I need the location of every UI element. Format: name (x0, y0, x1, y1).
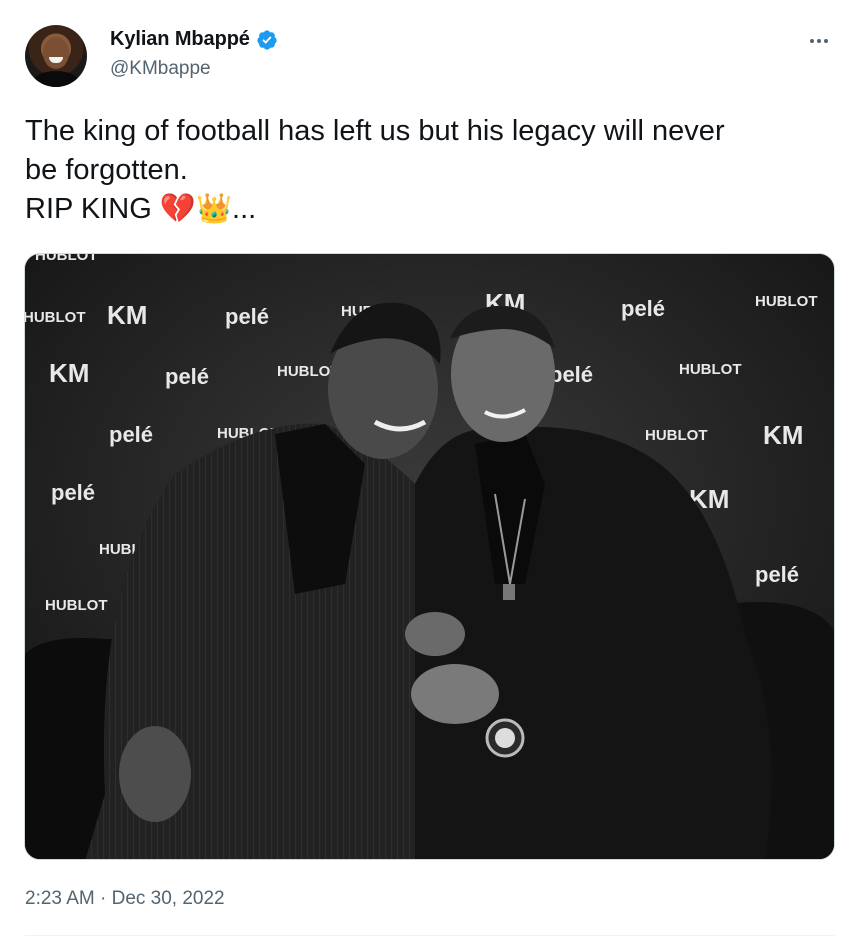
avatar-shirt (33, 71, 79, 87)
avatar-face (43, 37, 69, 69)
backdrop-hublot: HUBLOT (755, 293, 818, 310)
author-handle[interactable]: @KMbappe (110, 58, 211, 80)
backdrop-pele: pelé (109, 422, 153, 447)
backdrop-pele: pelé (755, 562, 799, 587)
backdrop-pele: pelé (549, 362, 593, 387)
verified-badge-icon (257, 29, 277, 50)
backdrop-pele: pelé (225, 304, 269, 329)
backdrop-pele: pelé (165, 364, 209, 389)
backdrop-hublot: HUBLOT (25, 309, 86, 326)
backdrop-hublot: HUBLOT (35, 254, 98, 264)
more-options-icon[interactable] (806, 28, 832, 54)
author-avatar[interactable] (25, 25, 87, 87)
backdrop-hublot: HUBLOT (645, 427, 708, 444)
divider (25, 935, 835, 936)
backdrop-pele: pelé (621, 296, 665, 321)
author-name-row: Kylian Mbappé (110, 28, 278, 51)
tweet-photo[interactable]: HUBLOT HUBLOT KM pelé HUBLOT KM pelé HUB… (24, 253, 835, 860)
backdrop-km: KM (49, 358, 89, 388)
backdrop-hublot: HUBLOT (45, 597, 108, 614)
photo-illustration: HUBLOT HUBLOT KM pelé HUBLOT KM pelé HUB… (25, 254, 834, 859)
backdrop-pele: pelé (51, 480, 95, 505)
author-name[interactable]: Kylian Mbappé (110, 28, 250, 51)
tweet-timestamp[interactable]: 2:23 AM · Dec 30, 2022 (25, 888, 225, 910)
backdrop-km: KM (107, 300, 147, 330)
backdrop-km: KM (763, 420, 803, 450)
tweet-text: The king of football has left us but his… (25, 115, 725, 225)
backdrop-hublot: HUBLOT (679, 361, 742, 378)
